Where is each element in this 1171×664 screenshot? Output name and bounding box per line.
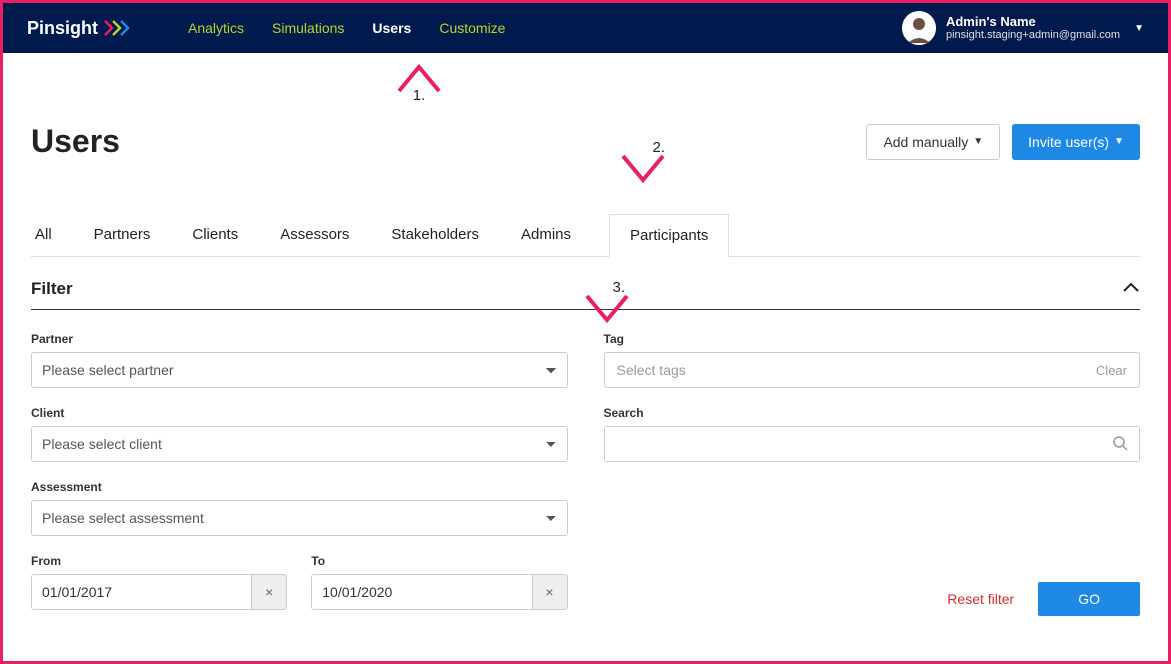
- tag-placeholder: Select tags: [617, 362, 686, 378]
- to-label: To: [311, 554, 567, 568]
- assessment-select[interactable]: Please select assessment: [31, 500, 568, 536]
- tab-stakeholders[interactable]: Stakeholders: [387, 214, 483, 256]
- page-content: Users Add manually ▼ Invite user(s) ▼ Al…: [3, 123, 1168, 644]
- tab-assessors[interactable]: Assessors: [276, 214, 353, 256]
- tab-participants[interactable]: Participants: [609, 214, 729, 257]
- caret-down-icon: ▼: [1114, 136, 1124, 147]
- search-icon: [1112, 435, 1128, 456]
- client-select[interactable]: Please select client: [31, 426, 568, 462]
- filter-col-right: Tag Select tags Clear Search Reset filte…: [604, 332, 1141, 616]
- annotation-1: 1.: [395, 61, 443, 104]
- user-menu-caret-icon[interactable]: ▼: [1134, 23, 1144, 34]
- client-label: Client: [31, 406, 568, 420]
- tag-label: Tag: [604, 332, 1141, 346]
- partner-select[interactable]: Please select partner: [31, 352, 568, 388]
- filter-col-left: Partner Please select partner Client Ple…: [31, 332, 568, 616]
- filter-collapse-icon: [1122, 280, 1140, 298]
- logo-chevrons-icon: [104, 20, 138, 36]
- partner-label: Partner: [31, 332, 568, 346]
- logo-text: Pinsight: [27, 18, 98, 39]
- user-info: Admin's Name pinsight.staging+admin@gmai…: [946, 14, 1120, 43]
- from-label: From: [31, 554, 287, 568]
- filter-toggle-header[interactable]: Filter: [31, 279, 1140, 310]
- filter-title: Filter: [31, 279, 73, 299]
- tab-clients[interactable]: Clients: [188, 214, 242, 256]
- tag-clear-button[interactable]: Clear: [1096, 363, 1127, 378]
- nav-simulations[interactable]: Simulations: [272, 20, 344, 36]
- page-title: Users: [31, 123, 120, 160]
- page-header: Users Add manually ▼ Invite user(s) ▼: [31, 123, 1140, 160]
- reset-filter-button[interactable]: Reset filter: [933, 582, 1028, 616]
- filter-body: Partner Please select partner Client Ple…: [31, 332, 1140, 616]
- search-label: Search: [604, 406, 1141, 420]
- tag-input[interactable]: Select tags Clear: [604, 352, 1141, 388]
- add-manually-button[interactable]: Add manually ▼: [866, 124, 1000, 160]
- navbar-right: Admin's Name pinsight.staging+admin@gmai…: [902, 11, 1144, 45]
- search-input[interactable]: [604, 426, 1141, 462]
- add-manually-label: Add manually: [883, 134, 968, 150]
- nav-customize[interactable]: Customize: [439, 20, 505, 36]
- invite-users-button[interactable]: Invite user(s) ▼: [1012, 124, 1140, 160]
- assessment-label: Assessment: [31, 480, 568, 494]
- tab-all[interactable]: All: [31, 214, 56, 256]
- tab-admins[interactable]: Admins: [517, 214, 575, 256]
- caret-down-icon: ▼: [973, 136, 983, 147]
- close-icon: ×: [545, 584, 553, 600]
- nav-links: Analytics Simulations Users Customize: [188, 20, 505, 36]
- page-actions: Add manually ▼ Invite user(s) ▼: [866, 124, 1140, 160]
- user-tabs: All Partners Clients Assessors Stakehold…: [31, 214, 1140, 257]
- user-email: pinsight.staging+admin@gmail.com: [946, 29, 1120, 42]
- invite-users-label: Invite user(s): [1028, 134, 1109, 150]
- user-name: Admin's Name: [946, 14, 1120, 30]
- from-clear-button[interactable]: ×: [251, 574, 287, 610]
- nav-analytics[interactable]: Analytics: [188, 20, 244, 36]
- tab-partners[interactable]: Partners: [90, 214, 155, 256]
- from-date-input[interactable]: [31, 574, 251, 610]
- to-clear-button[interactable]: ×: [532, 574, 568, 610]
- go-button[interactable]: GO: [1038, 582, 1140, 616]
- nav-users[interactable]: Users: [372, 20, 411, 36]
- to-date-input[interactable]: [311, 574, 531, 610]
- avatar[interactable]: [902, 11, 936, 45]
- close-icon: ×: [265, 584, 273, 600]
- top-navbar: Pinsight Analytics Simulations Users Cus…: [3, 3, 1168, 53]
- logo[interactable]: Pinsight: [27, 18, 138, 39]
- avatar-icon: [902, 11, 936, 45]
